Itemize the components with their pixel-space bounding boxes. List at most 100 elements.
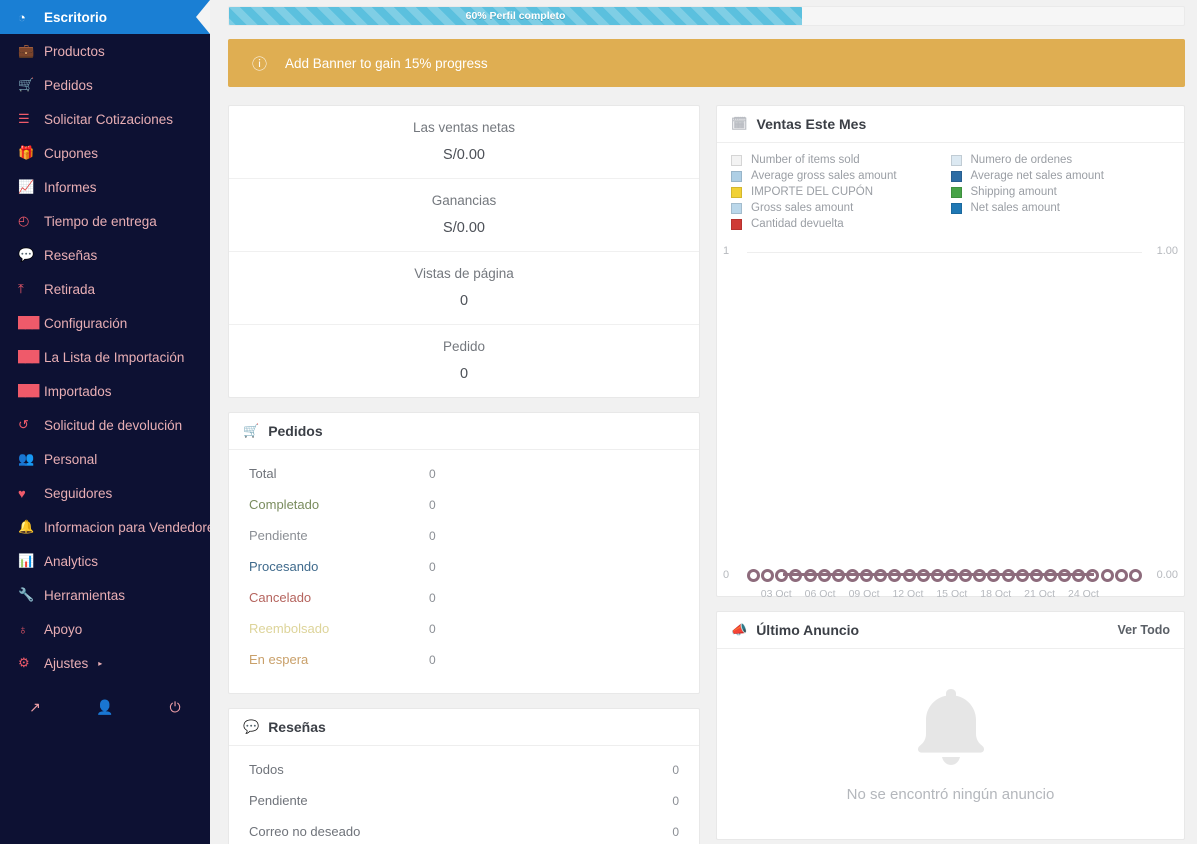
legend-label: Numero de ordenes [970,154,1073,166]
clock-icon: ◴ [18,213,30,228]
sidebar-item-informacion-para-vendedores[interactable]: 🔔 Informacion para Vendedores [0,510,210,544]
list-item[interactable]: Pendiente 0 [249,520,679,551]
sidebar-item-label: Informacion para Vendedores [44,519,210,535]
sidebar-item-escritorio[interactable]: ◔ Escritorio [0,0,210,34]
list-item[interactable]: En espera 0 [249,644,679,675]
announcement-empty-state: No se encontró ningún anuncio [717,649,1184,839]
legend-swatch [731,154,742,166]
chart-series-line [783,573,1094,577]
chart-legend-item[interactable]: Average gross sales amount [731,170,951,182]
chart-line-icon: 📈 [18,179,35,194]
sidebar-item-la-lista-de-importaci-n[interactable]: ███ La Lista de Importación [0,340,210,374]
legend-label: Net sales amount [970,202,1061,214]
sidebar-item-ajustes[interactable]: ⚙ Ajustes ▸ [0,646,210,680]
legend-swatch [950,170,962,182]
sidebar-item-solicitar-cotizaciones[interactable]: ☰ Solicitar Cotizaciones [0,102,210,136]
chart-xaxis-tick-label: 18 Oct [980,588,1012,600]
sidebar-item-importados[interactable]: ███ Importados [0,374,210,408]
list-item-value: 0 [429,528,436,543]
chart-data-point[interactable] [1114,568,1128,582]
legend-label: Gross sales amount [751,202,854,214]
list-item[interactable]: Correo no deseado 0 [249,816,679,844]
chart-legend-item[interactable]: IMPORTE DEL CUPÓN [731,186,951,198]
sidebar-item-analytics[interactable]: 📊 Analytics [0,544,210,578]
lifering-icon: ♁ [18,621,28,637]
list-item-value: 0 [429,559,436,574]
list-item-value: 0 [429,497,436,512]
list-item[interactable]: Todos 0 [249,754,679,785]
chart-legend-item[interactable]: Numero de ordenes [950,154,1171,166]
sidebar-item-label: Informes [44,179,97,195]
sidebar-item-retirada[interactable]: ⤒ Retirada [0,272,210,306]
list-item[interactable]: Pendiente 0 [249,785,679,816]
chart-data-point[interactable] [761,568,775,582]
legend-swatch [731,170,742,182]
list-item-label: Correo no deseado [249,824,361,839]
stat-label: Ganancias [431,193,497,208]
sidebar-item-label: Retirada [44,281,96,297]
list-item-value: 0 [429,621,436,636]
external-link-icon[interactable]: ↗ [0,699,70,716]
chart-yaxis-left-min: 0 [723,569,730,581]
sidebar-item-personal[interactable]: 👥 Personal [0,442,210,476]
chart-legend-item[interactable]: Average net sales amount [950,170,1171,182]
chart-legend-item[interactable]: Cantidad devuelta [731,218,951,230]
sidebar-item-label: Pedidos [44,77,93,93]
chart-data-point[interactable] [1100,568,1114,582]
sidebar-item-label: Seguidores [44,485,113,501]
legend-label: Average gross sales amount [751,170,897,182]
list-item[interactable]: Reembolsado 0 [249,613,679,644]
chart-legend-item[interactable]: Gross sales amount [731,202,951,214]
sidebar-item-solicitud-de-devoluci-n[interactable]: ↺ Solicitud de devolución [0,408,210,442]
chart-xaxis-tick-label: 06 Oct [804,588,836,600]
gear-icon: ⚙ [18,655,30,670]
top-bars: 60% Perfil completo ⓘ Add Banner to gain… [228,0,1185,87]
sidebar-item-label: Tiempo de entrega [44,213,157,229]
sidebar-item-configuraci-n[interactable]: ███ Configuración [0,306,210,340]
list-item[interactable]: Procesando 0 [249,551,679,582]
chart-legend-item[interactable]: Net sales amount [950,202,1171,214]
chart-bar-icon: 📊 [18,553,35,568]
stat-value: S/0.00 [443,220,485,236]
reviews-card-header: 💬 Reseñas [229,709,699,746]
chart-legend-item[interactable]: Shipping amount [950,186,1171,198]
orders-card-title: Pedidos [268,423,323,439]
sidebar-item-productos[interactable]: 💼 Productos [0,34,210,68]
stat-label: Vistas de página [414,266,514,281]
legend-swatch [731,218,742,230]
sales-chart-title: Ventas Este Mes [756,116,867,132]
list-item[interactable]: Cancelado 0 [249,582,679,613]
chart-data-point[interactable] [1128,568,1142,582]
cart-icon: 🛒 [243,423,260,438]
sidebar-item-pedidos[interactable]: 🛒 Pedidos [0,68,210,102]
comments-icon: 💬 [243,719,260,734]
sidebar-item-seguidores[interactable]: ♥ Seguidores [0,476,210,510]
sidebar-item-rese-as[interactable]: 💬 Reseñas [0,238,210,272]
orders-card-header: 🛒 Pedidos [229,413,699,450]
list-item-label: En espera [249,652,309,667]
sidebar-item-label: Herramientas [44,587,126,603]
legend-swatch [731,202,742,214]
chart-data-point[interactable] [747,568,760,582]
list-item[interactable]: Total 0 [249,458,679,489]
sales-chart-header: 🗓 Ventas Este Mes [717,106,1184,143]
sidebar-item-apoyo[interactable]: ♁ Apoyo [0,612,210,646]
announcement-card-title: Último Anuncio [756,622,860,638]
reviews-card-title: Reseñas [268,719,326,735]
undo-icon: ↺ [18,417,29,432]
sidebar-item-label: Importados [44,383,112,399]
list-item[interactable]: Completado 0 [249,489,679,520]
chart-legend-item[interactable]: Number of items sold [731,154,951,166]
active-indicator [196,0,210,34]
upload-icon: ⤒ [18,281,24,296]
stat-label: Pedido [442,339,486,354]
view-all-link[interactable]: Ver Todo [1117,623,1170,637]
sidebar-item-tiempo-de-entrega[interactable]: ◴ Tiempo de entrega [0,204,210,238]
sidebar-item-cupones[interactable]: 🎁 Cupones [0,136,210,170]
add-banner-notice[interactable]: ⓘ Add Banner to gain 15% progress [228,39,1185,87]
orders-list: Total 0 Completado 0 Pendiente 0 Procesando 0 Ca… [229,450,699,693]
sidebar-item-informes[interactable]: 📈 Informes [0,170,210,204]
user-icon[interactable]: 👤 [70,699,140,716]
power-icon[interactable]: ⏻ [140,699,210,716]
sidebar-item-herramientas[interactable]: 🔧 Herramientas [0,578,210,612]
